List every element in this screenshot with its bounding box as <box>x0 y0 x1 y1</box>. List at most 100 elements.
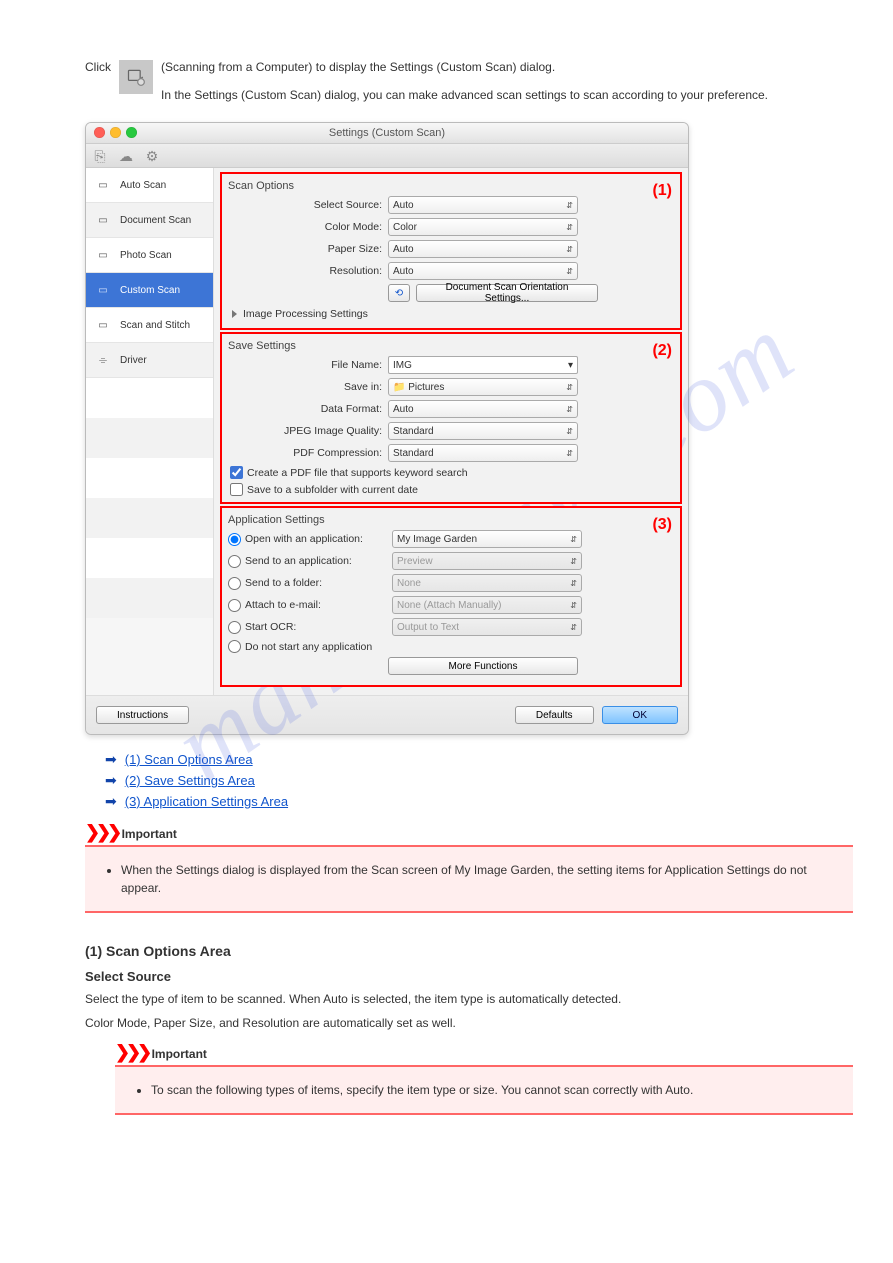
window-title: Settings (Custom Scan) <box>329 127 445 139</box>
sidebar-item-label: Driver <box>120 355 147 366</box>
application-settings-panel: (3) Application Settings Open with an ap… <box>220 506 682 687</box>
send-app-dropdown[interactable]: Preview⇵ <box>392 552 582 570</box>
links-block: ➡ (1) Scan Options Area ➡ (2) Save Setting… <box>105 751 853 810</box>
email-label: Attach to e-mail: <box>245 599 321 611</box>
ok-button[interactable]: OK <box>602 706 678 724</box>
save-settings-panel: (2) Save Settings File Name:IMG▾ Save in… <box>220 332 682 504</box>
link-app-settings[interactable]: (3) Application Settings Area <box>125 794 288 809</box>
resolution-dropdown[interactable]: Auto⇵ <box>388 262 578 280</box>
open-app-dropdown[interactable]: My Image Garden⇵ <box>392 530 582 548</box>
select-source-label: Select Source: <box>228 199 388 211</box>
defaults-button[interactable]: Defaults <box>515 706 594 724</box>
revert-button[interactable]: ⟲ <box>388 284 410 302</box>
save-in-dropdown[interactable]: 📁 Pictures⇵ <box>388 378 578 396</box>
annotation-1: (1) <box>652 182 672 200</box>
important-chevrons-icon: ❯❯❯ <box>85 822 118 842</box>
intro-after: (Scanning from a Computer) to display th… <box>161 60 555 74</box>
annotation-3: (3) <box>652 516 672 534</box>
jpeg-quality-label: JPEG Image Quality: <box>228 425 388 437</box>
custom-scan-icon: ▭ <box>94 283 112 297</box>
data-format-label: Data Format: <box>228 403 388 415</box>
color-mode-label: Color Mode: <box>228 221 388 233</box>
nested-important-text: To scan the following types of items, sp… <box>151 1081 837 1099</box>
close-icon[interactable] <box>94 127 105 138</box>
app-settings-header: Application Settings <box>228 514 674 526</box>
ocr-radio[interactable] <box>228 621 241 634</box>
tab-computer-icon[interactable]: ⎘ <box>92 148 108 165</box>
arrow-icon: ➡ <box>105 751 117 768</box>
sidebar-item-label: Photo Scan <box>120 250 172 261</box>
nested-important-box: To scan the following types of items, sp… <box>115 1065 853 1115</box>
scan-options-panel: (1) Scan Options Select Source:Auto⇵ Col… <box>220 172 682 330</box>
photo-scan-icon: ▭ <box>94 248 112 262</box>
minimize-icon[interactable] <box>110 127 121 138</box>
send-folder-dropdown[interactable]: None⇵ <box>392 574 582 592</box>
paper-size-dropdown[interactable]: Auto⇵ <box>388 240 578 258</box>
sidebar: ▭Auto Scan ▭Document Scan ▭Photo Scan ▭C… <box>86 168 214 695</box>
sidebar-item-auto-scan[interactable]: ▭Auto Scan <box>86 168 213 203</box>
pdf-compression-label: PDF Compression: <box>228 447 388 459</box>
open-app-radio[interactable] <box>228 533 241 546</box>
select-source-body: Select the type of item to be scanned. W… <box>85 990 853 1008</box>
image-processing-toggle[interactable]: Image Processing Settings <box>232 308 674 320</box>
orientation-settings-button[interactable]: Document Scan Orientation Settings... <box>416 284 598 302</box>
save-settings-header: Save Settings <box>228 340 674 352</box>
important-box: When the Settings dialog is displayed fr… <box>85 845 853 913</box>
sidebar-item-document-scan[interactable]: ▭Document Scan <box>86 203 213 238</box>
chevron-updown-icon: ⇵ <box>570 535 577 544</box>
send-folder-radio[interactable] <box>228 577 241 590</box>
chevron-updown-icon: ⇵ <box>570 623 577 632</box>
auto-scan-icon: ▭ <box>94 178 112 192</box>
save-in-label: Save in: <box>228 381 388 393</box>
instructions-button[interactable]: Instructions <box>96 706 189 724</box>
dialog-footer: Instructions Defaults OK <box>86 695 688 734</box>
important-text: When the Settings dialog is displayed fr… <box>121 861 837 897</box>
chevron-updown-icon: ⇵ <box>570 557 577 566</box>
nested-important-block: ❯❯❯ Important To scan the following type… <box>115 1042 853 1115</box>
annotation-2: (2) <box>652 342 672 360</box>
no-app-radio[interactable] <box>228 640 241 653</box>
chevron-updown-icon: ⇵ <box>566 267 573 276</box>
pdf-compression-dropdown[interactable]: Standard⇵ <box>388 444 578 462</box>
link-scan-options[interactable]: (1) Scan Options Area <box>125 752 253 767</box>
ocr-dropdown[interactable]: Output to Text⇵ <box>392 618 582 636</box>
no-app-label: Do not start any application <box>245 641 372 653</box>
more-functions-button[interactable]: More Functions <box>388 657 578 675</box>
send-folder-label: Send to a folder: <box>245 577 322 589</box>
scan-from-computer-icon <box>119 60 153 94</box>
select-source-body2: Color Mode, Paper Size, and Resolution a… <box>85 1014 853 1032</box>
subfolder-checkbox[interactable] <box>230 483 243 496</box>
section-scan-options: (1) Scan Options Area <box>85 943 853 959</box>
chevron-updown-icon: ⇵ <box>566 245 573 254</box>
sidebar-item-label: Document Scan <box>120 215 191 226</box>
image-processing-label: Image Processing Settings <box>243 308 368 320</box>
jpeg-quality-dropdown[interactable]: Standard⇵ <box>388 422 578 440</box>
select-source-dropdown[interactable]: Auto⇵ <box>388 196 578 214</box>
resolution-label: Resolution: <box>228 265 388 277</box>
send-app-radio[interactable] <box>228 555 241 568</box>
chevron-down-icon: ▾ <box>568 360 573 371</box>
driver-icon: ⌯ <box>94 353 112 367</box>
data-format-dropdown[interactable]: Auto⇵ <box>388 400 578 418</box>
maximize-icon[interactable] <box>126 127 137 138</box>
ocr-label: Start OCR: <box>245 621 296 633</box>
sidebar-item-driver[interactable]: ⌯ Driver <box>86 343 213 378</box>
email-dropdown[interactable]: None (Attach Manually)⇵ <box>392 596 582 614</box>
intro-paragraph: Click (Scanning from a Computer) to disp… <box>85 60 853 102</box>
sidebar-item-label: Scan and Stitch <box>120 320 190 331</box>
sidebar-item-photo-scan[interactable]: ▭ Photo Scan <box>86 238 213 273</box>
sidebar-item-scan-stitch[interactable]: ▭Scan and Stitch <box>86 308 213 343</box>
tab-cloud-icon[interactable]: ☁ <box>118 148 134 165</box>
tab-settings-icon[interactable]: ⚙ <box>144 148 160 165</box>
link-save-settings[interactable]: (2) Save Settings Area <box>125 773 255 788</box>
sidebar-item-label: Custom Scan <box>120 285 180 296</box>
paper-size-label: Paper Size: <box>228 243 388 255</box>
important-label-2: Important <box>152 1047 207 1061</box>
email-radio[interactable] <box>228 599 241 612</box>
arrow-icon: ➡ <box>105 772 117 789</box>
color-mode-dropdown[interactable]: Color⇵ <box>388 218 578 236</box>
chevron-updown-icon: ⇵ <box>566 427 573 436</box>
file-name-input[interactable]: IMG▾ <box>388 356 578 374</box>
sidebar-item-custom-scan[interactable]: ▭ Custom Scan <box>86 273 213 308</box>
keyword-search-checkbox[interactable] <box>230 466 243 479</box>
